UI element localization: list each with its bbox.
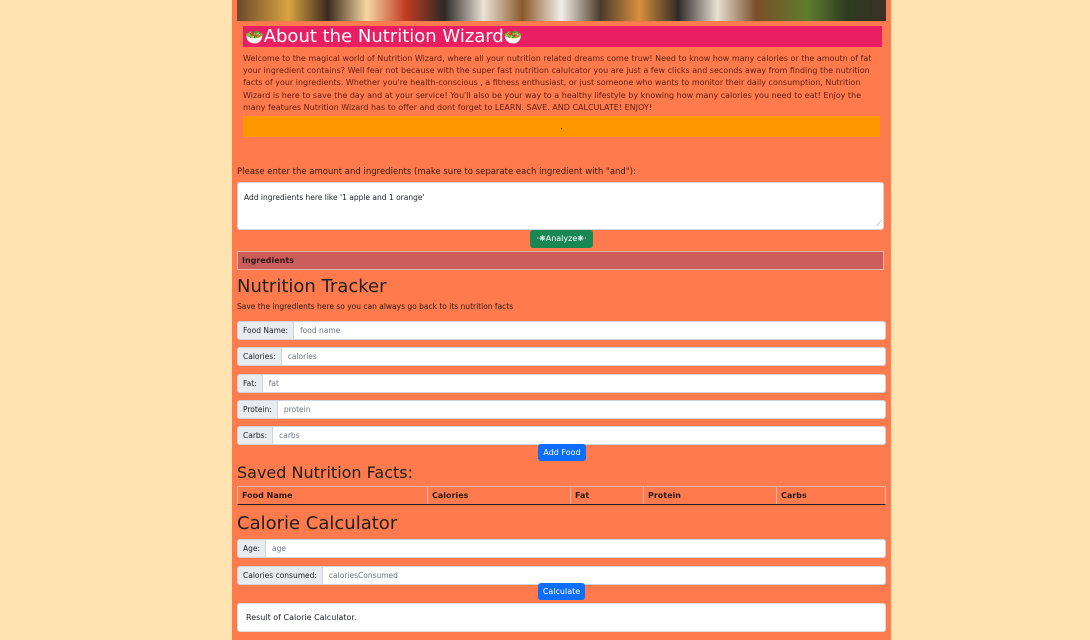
calculator-result: Result of Calorie Calculator. bbox=[237, 603, 886, 632]
calories-field: Calories: calories bbox=[237, 347, 886, 366]
main-container: 🥗About the Nutrition Wizard🥗 Welcome to … bbox=[232, 0, 891, 640]
age-input[interactable]: age bbox=[266, 539, 886, 558]
fat-label: Fat: bbox=[237, 374, 263, 393]
fat-input[interactable]: fat bbox=[262, 374, 886, 393]
fat-field: Fat: fat bbox=[237, 374, 886, 393]
carbs-field: Carbs: carbs bbox=[237, 426, 886, 445]
food-name-input[interactable]: food name bbox=[294, 321, 886, 340]
about-title: 🥗About the Nutrition Wizard🥗 bbox=[243, 26, 882, 47]
column-protein: Protein bbox=[644, 487, 777, 504]
protein-label: Protein: bbox=[237, 400, 278, 419]
ingredients-textarea[interactable]: Add ingredients here like '1 apple and 1… bbox=[237, 182, 884, 230]
protein-field: Protein: protein bbox=[237, 400, 886, 419]
protein-input[interactable]: protein bbox=[277, 400, 886, 419]
food-name-field: Food Name: food name bbox=[237, 321, 886, 340]
column-fat: Fat bbox=[571, 487, 644, 504]
calculate-button[interactable]: Calculate bbox=[538, 583, 585, 600]
column-food-name: Food Name bbox=[238, 487, 428, 504]
age-label: Age: bbox=[237, 539, 267, 558]
calories-input[interactable]: calories bbox=[281, 347, 886, 366]
info-bar: . bbox=[243, 116, 880, 137]
analyze-button[interactable]: ·❋Analyze❋· bbox=[530, 230, 593, 248]
food-name-label: Food Name: bbox=[237, 321, 295, 340]
carbs-label: Carbs: bbox=[237, 426, 274, 445]
tracker-subtitle: Save the ingredients here so you can alw… bbox=[237, 302, 514, 311]
column-carbs: Carbs bbox=[781, 491, 807, 500]
carbs-input[interactable]: carbs bbox=[273, 426, 886, 445]
calories-consumed-label: Calories consumed: bbox=[237, 566, 323, 585]
salad-icon: 🥗 bbox=[245, 28, 264, 46]
add-food-button[interactable]: Add Food bbox=[538, 444, 586, 461]
food-banner-image bbox=[237, 0, 886, 21]
about-description: Welcome to the magical world of Nutritio… bbox=[243, 54, 872, 112]
resize-handle-icon[interactable]: ⟋ bbox=[876, 219, 882, 229]
ingredients-prompt: Please enter the amount and ingredients … bbox=[237, 167, 636, 177]
tracker-title: Nutrition Tracker bbox=[237, 276, 387, 297]
salad-icon: 🥗 bbox=[503, 28, 523, 46]
calories-label: Calories: bbox=[237, 347, 282, 366]
saved-facts-title: Saved Nutrition Facts: bbox=[237, 463, 413, 482]
column-calories: Calories bbox=[428, 487, 571, 504]
about-title-text: About the Nutrition Wizard bbox=[263, 26, 504, 47]
ingredients-table-header: Ingredients bbox=[237, 251, 884, 270]
saved-facts-table-header: Food Name Calories Fat Protein Carbs bbox=[237, 486, 886, 505]
age-field: Age: age bbox=[237, 539, 886, 558]
calculator-title: Calorie Calculator bbox=[237, 513, 398, 534]
ingredients-placeholder: Add ingredients here like '1 apple and 1… bbox=[244, 193, 425, 202]
calories-consumed-input[interactable]: caloriesConsumed bbox=[322, 566, 886, 585]
